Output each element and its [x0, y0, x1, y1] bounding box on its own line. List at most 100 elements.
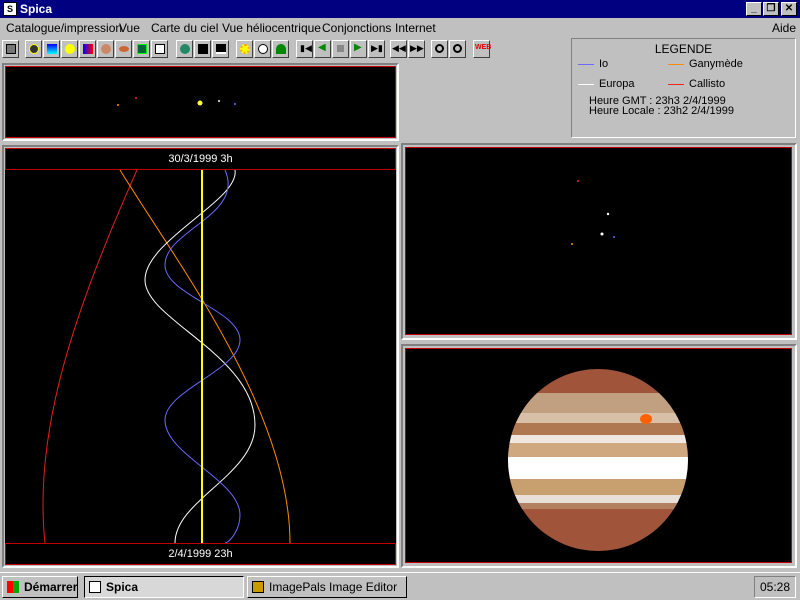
menu-aide[interactable]: Aide	[772, 21, 796, 35]
menu-conjonctions[interactable]: Conjonctions	[322, 21, 391, 35]
jupiter-view-frame	[401, 344, 797, 568]
strip-view-canvas	[117, 97, 236, 106]
skip-back-button[interactable]: ▮◀	[296, 40, 313, 58]
chart-start-header: 30/3/1999 3h	[5, 148, 396, 170]
radar-button[interactable]	[133, 40, 150, 58]
sky-europa-dot	[606, 212, 610, 216]
sky-io-dot	[613, 236, 615, 238]
print-button[interactable]	[2, 40, 19, 58]
web-button[interactable]: WEB	[473, 40, 491, 58]
chart-end-footer: 2/4/1999 23h	[5, 543, 396, 565]
sky-jupiter-dot	[600, 232, 604, 236]
play-icon: ▶	[354, 42, 362, 53]
moon-icon	[258, 44, 268, 54]
zoom-out-button[interactable]	[449, 40, 466, 58]
imagepals-task-icon	[252, 581, 264, 593]
menu-catalogue[interactable]: Catalogue/impression	[6, 21, 122, 35]
europa-curve	[144, 170, 256, 543]
spica-icon[interactable]: S	[3, 2, 17, 16]
menu-vue[interactable]: Vue	[119, 21, 140, 35]
wave-button[interactable]	[212, 40, 229, 58]
legend-title: LEGENDE	[654, 42, 713, 56]
stop-icon	[337, 45, 344, 52]
star-button[interactable]	[61, 40, 78, 58]
fast-forward-icon: ▶▶	[410, 43, 424, 53]
tree-button[interactable]	[272, 40, 289, 58]
menu-carte-du-ciel[interactable]: Carte du ciel	[151, 21, 218, 35]
task-imagepals[interactable]: ImagePals Image Editor	[247, 576, 407, 598]
step-back-button[interactable]: ◀	[314, 40, 331, 58]
callisto-curve	[42, 170, 138, 543]
earth-button[interactable]	[176, 40, 193, 58]
strip-view[interactable]	[5, 66, 396, 138]
globe-button[interactable]	[25, 40, 42, 58]
wave-icon	[216, 44, 226, 54]
menu-internet[interactable]: Internet	[395, 21, 436, 35]
tree-icon	[276, 44, 286, 54]
legend-panel: LEGENDE Io Ganymède Europa Callisto Heur…	[571, 38, 796, 138]
radar-icon	[137, 44, 147, 54]
sun-button[interactable]	[236, 40, 253, 58]
planet-button[interactable]	[97, 40, 114, 58]
spectrum-button[interactable]	[43, 40, 60, 58]
restore-button[interactable]: ❐	[763, 2, 779, 16]
moon-button[interactable]	[254, 40, 271, 58]
legend-ganymede-swatch	[668, 64, 684, 65]
strip-view-frame	[2, 63, 399, 141]
sun-icon	[240, 44, 250, 54]
sky-view-frame	[401, 143, 797, 340]
legend-local-time: Heure Locale : 23h2 2/4/1999	[589, 105, 734, 117]
start-label: Démarrer	[24, 580, 78, 594]
io-dot	[234, 103, 236, 105]
start-button[interactable]: Démarrer	[2, 576, 78, 598]
ganymede-curve	[119, 170, 291, 543]
spectrum-icon	[47, 44, 57, 54]
windows-logo-icon	[7, 581, 19, 593]
color-map-button[interactable]	[79, 40, 96, 58]
task-spica[interactable]: Spica	[84, 576, 244, 598]
rewind-icon: ◀◀	[392, 43, 406, 53]
task-imagepals-label: ImagePals Image Editor	[269, 580, 398, 594]
menu-vue-heliocentrique[interactable]: Vue héliocentrique	[222, 21, 321, 35]
stop-button[interactable]	[332, 40, 349, 58]
color-map-icon	[83, 44, 93, 54]
saturn-icon	[119, 46, 129, 52]
step-back-icon: ◀	[318, 42, 326, 53]
rewind-button[interactable]: ◀◀	[390, 40, 407, 58]
legend-europa-swatch	[578, 84, 594, 85]
zoom-in-button[interactable]	[431, 40, 448, 58]
close-button[interactable]: ✕	[781, 2, 797, 16]
starfield-button[interactable]	[194, 40, 211, 58]
starfield-icon	[198, 44, 208, 54]
legend-io-swatch	[578, 64, 594, 65]
legend-ganymede-label: Ganymède	[689, 58, 743, 70]
callisto-dot	[135, 97, 137, 99]
sky-ganymede-dot	[571, 243, 573, 245]
orbit-chart[interactable]: 30/3/1999 3h 2/4/1999 23h	[5, 148, 396, 565]
star-icon	[65, 44, 75, 54]
play-button[interactable]: ▶	[350, 40, 367, 58]
fast-forward-button[interactable]: ▶▶	[408, 40, 425, 58]
toolbar: ▮◀ ◀ ▶ ▶▮ ◀◀ ▶▶ WEB	[0, 38, 570, 62]
ganymede-dot	[117, 104, 119, 106]
jupiter-disk	[508, 369, 688, 551]
sky-callisto-dot	[577, 180, 579, 182]
taskbar-clock[interactable]: 05:28	[754, 576, 796, 598]
document-button[interactable]	[151, 40, 168, 58]
menu-bar: Catalogue/impression Vue Carte du ciel V…	[0, 18, 800, 38]
skip-forward-icon: ▶▮	[371, 43, 383, 53]
minimize-button[interactable]: _	[746, 2, 762, 16]
zoom-out-icon	[453, 44, 462, 53]
saturn-button[interactable]	[115, 40, 132, 58]
orbit-chart-canvas	[42, 170, 291, 543]
sky-view-canvas	[571, 180, 615, 245]
print-icon	[6, 44, 16, 54]
legend-europa-label: Europa	[599, 78, 635, 90]
jupiter-view[interactable]	[405, 348, 792, 563]
planet-icon	[101, 44, 111, 54]
window-title: Spica	[20, 2, 53, 16]
chart-end-date: 2/4/1999 23h	[168, 548, 233, 560]
title-bar[interactable]: S Spica _ ❐ ✕	[0, 0, 800, 18]
skip-forward-button[interactable]: ▶▮	[368, 40, 385, 58]
sky-view[interactable]	[405, 147, 792, 335]
